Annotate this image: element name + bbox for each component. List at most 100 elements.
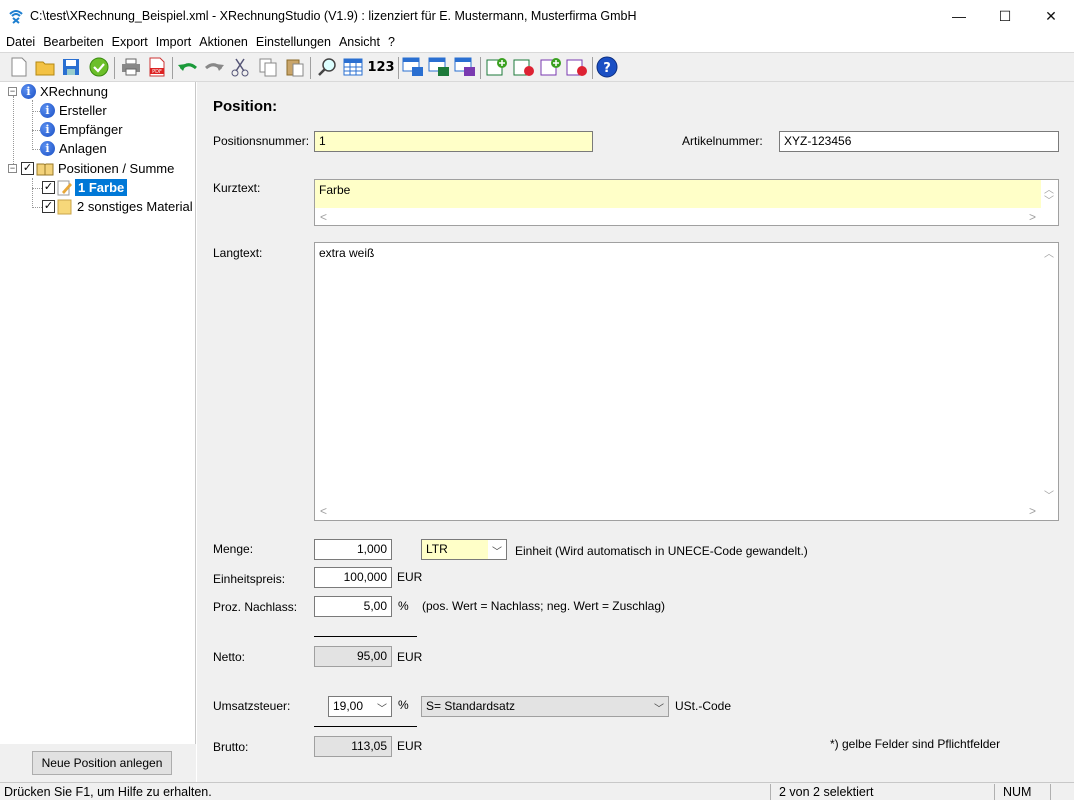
tree-label: 2 sonstiges Material (77, 199, 193, 214)
nachlass-field[interactable]: 5,00 (314, 596, 392, 617)
scroll-left-icon[interactable]: < (320, 504, 327, 518)
close-button[interactable]: ✕ (1028, 0, 1074, 32)
paste-icon[interactable] (284, 56, 306, 78)
menu-help[interactable]: ? (384, 35, 399, 49)
menu-aktionen[interactable]: Aktionen (195, 35, 252, 49)
refresh-text-icon[interactable] (566, 56, 588, 78)
number-format-icon[interactable]: 123 (367, 56, 394, 78)
umsatzsteuer-label: Umsatzsteuer: (213, 699, 291, 713)
export-excel-icon[interactable] (428, 56, 450, 78)
kurztext-field[interactable]: Farbe ︿ ﹀ < > (314, 179, 1059, 226)
status-bar: Drücken Sie F1, um Hilfe zu erhalten. 2 … (0, 782, 1074, 800)
langtext-field[interactable]: extra weiß ︿ ﹀ < > (314, 242, 1059, 521)
positionsnummer-label: Positionsnummer: (213, 134, 310, 148)
ust-code-value: S= Standardsatz (426, 699, 516, 713)
tree-item-position-2[interactable]: ✓ 2 sonstiges Material (42, 197, 193, 216)
menu-datei[interactable]: Datei (2, 35, 39, 49)
currency-label: EUR (397, 570, 423, 584)
scroll-right-icon[interactable]: > (1029, 210, 1036, 224)
note-icon (57, 199, 72, 214)
artikelnummer-field[interactable]: XYZ-123456 (779, 131, 1059, 152)
einheit-combobox[interactable]: LTR ﹀ (421, 539, 507, 560)
netto-field: 95,00 (314, 646, 392, 667)
window-title: C:\test\XRechnung_Beispiel.xml - XRechnu… (30, 9, 637, 23)
title-bar: C:\test\XRechnung_Beispiel.xml - XRechnu… (0, 0, 1074, 32)
check-icon[interactable] (88, 56, 110, 78)
menu-bearbeiten[interactable]: Bearbeiten (39, 35, 107, 49)
app-logo-icon (9, 10, 23, 24)
menu-export[interactable]: Export (108, 35, 152, 49)
add-row-icon[interactable] (486, 56, 508, 78)
einheit-hint: Einheit (Wird automatisch in UNECE-Code … (515, 544, 808, 558)
ust-code-label: USt.-Code (675, 699, 732, 713)
chevron-down-icon: ﹀ (377, 704, 387, 715)
checkbox[interactable]: ✓ (42, 200, 55, 213)
book-icon (36, 163, 54, 175)
new-doc-icon[interactable] (8, 56, 30, 78)
position-form: Position: Positionsnummer: 1 Artikelnumm… (197, 82, 1074, 782)
ust-code-combobox[interactable]: S= Standardsatz ﹀ (421, 696, 669, 717)
menge-field[interactable]: 1,000 (314, 539, 392, 560)
nachlass-label: Proz. Nachlass: (213, 600, 298, 614)
einheitspreis-field[interactable]: 100,000 (314, 567, 392, 588)
collapse-icon[interactable]: − (8, 87, 17, 96)
search-icon[interactable] (316, 56, 338, 78)
checkbox[interactable]: ✓ (42, 181, 55, 194)
collapse-icon[interactable]: − (8, 164, 17, 173)
langtext-label: Langtext: (213, 246, 263, 260)
undo-icon[interactable] (177, 56, 199, 78)
menu-einstellungen[interactable]: Einstellungen (252, 35, 335, 49)
kurztext-value: Farbe (315, 180, 1041, 208)
maximize-button[interactable]: ☐ (982, 0, 1028, 32)
required-fields-note: *) gelbe Felder sind Pflichtfelder (830, 737, 1001, 751)
tree-item-positionen[interactable]: − ✓ Positionen / Summe (8, 159, 174, 178)
open-folder-icon[interactable] (34, 56, 56, 78)
positionsnummer-field[interactable]: 1 (314, 131, 593, 152)
copy-icon[interactable] (257, 56, 279, 78)
divider (314, 636, 417, 637)
info-icon: i (40, 122, 55, 137)
edit-doc-icon (57, 180, 72, 195)
table-icon[interactable] (342, 56, 364, 78)
currency-label: EUR (397, 650, 423, 664)
scroll-right-icon[interactable]: > (1029, 504, 1036, 518)
menu-ansicht[interactable]: Ansicht (335, 35, 384, 49)
minimize-button[interactable]: — (936, 0, 982, 32)
menu-bar: Datei Bearbeiten Export Import Aktionen … (0, 32, 1074, 52)
netto-label: Netto: (213, 650, 246, 664)
help-icon[interactable]: ? (596, 56, 618, 78)
artikelnummer-label: Artikelnummer: (682, 134, 763, 148)
tree-item-empfaenger[interactable]: i Empfänger (40, 120, 123, 139)
chevron-down-icon: ﹀ (492, 547, 502, 558)
cut-icon[interactable] (229, 56, 251, 78)
scroll-up-icon[interactable]: ︿ (1044, 245, 1054, 260)
scroll-down-icon[interactable]: ﹀ (1044, 487, 1054, 502)
tree-item-ersteller[interactable]: i Ersteller (40, 101, 107, 120)
left-footer: Neue Position anlegen (0, 744, 196, 782)
tree-item-xrechnung[interactable]: − i XRechnung (8, 82, 108, 101)
checkbox[interactable]: ✓ (21, 162, 34, 175)
einheit-value: LTR (422, 540, 488, 559)
pdf-icon[interactable]: PDF (146, 56, 168, 78)
scroll-left-icon[interactable]: < (320, 210, 327, 224)
umsatzsteuer-value: 19,00 (333, 699, 364, 713)
menge-label: Menge: (213, 542, 254, 556)
page-title: Position: (213, 98, 278, 115)
refresh-row-icon[interactable] (513, 56, 535, 78)
menu-import[interactable]: Import (152, 35, 195, 49)
tree-item-position-1[interactable]: ✓ 1 Farbe (42, 178, 128, 197)
scroll-down-icon[interactable]: ﹀ (1044, 192, 1054, 207)
export-icon[interactable] (402, 56, 424, 78)
umsatzsteuer-combobox[interactable]: 19,00 ﹀ (328, 696, 392, 717)
redo-icon[interactable] (203, 56, 225, 78)
add-text-icon[interactable] (540, 56, 562, 78)
export-text-icon[interactable] (454, 56, 476, 78)
tree-item-anlagen[interactable]: i Anlagen (40, 139, 107, 158)
tree-label: Positionen / Summe (58, 161, 175, 176)
print-icon[interactable] (120, 56, 142, 78)
navigation-tree: − i XRechnung i Ersteller i Empfänger i … (0, 82, 196, 782)
new-position-button[interactable]: Neue Position anlegen (32, 751, 172, 775)
divider (314, 726, 417, 727)
save-icon[interactable] (60, 56, 82, 78)
chevron-down-icon: ﹀ (654, 704, 664, 715)
